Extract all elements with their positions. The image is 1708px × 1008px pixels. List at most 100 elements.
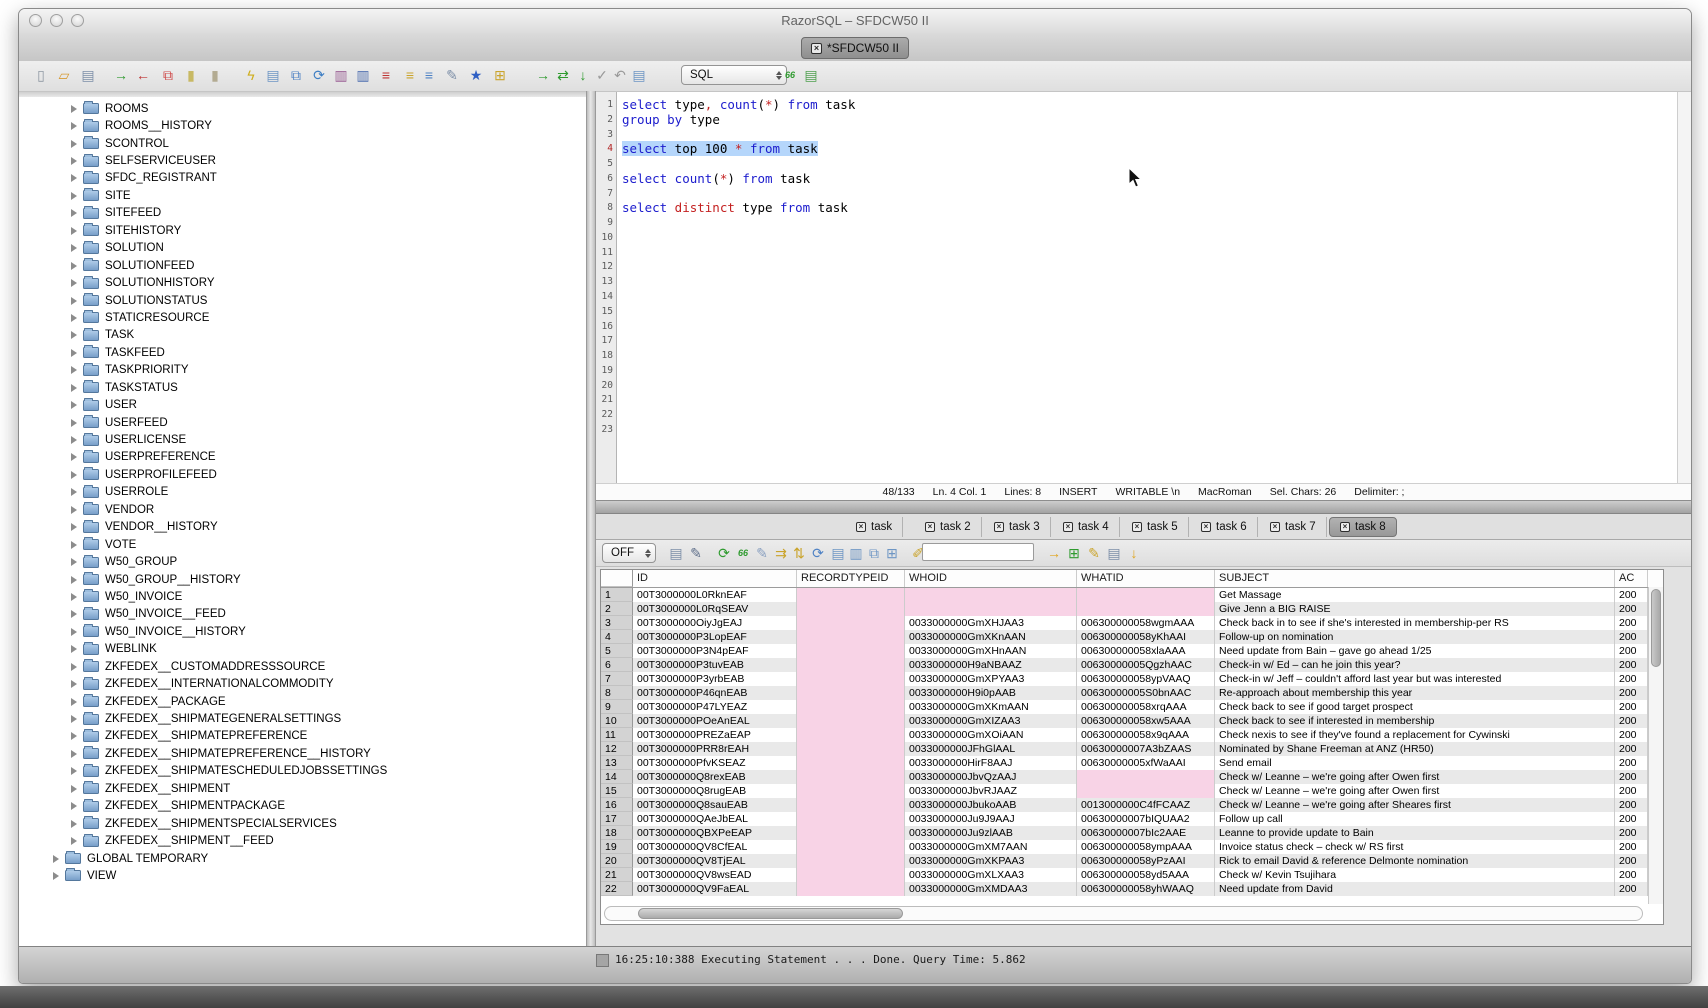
cell-recordtypeid[interactable]	[797, 602, 905, 616]
disclosure-triangle-icon[interactable]	[71, 401, 77, 409]
cell-subject[interactable]: Check nexis to see if they've found a re…	[1215, 728, 1615, 742]
cell-subject[interactable]: Check back to see if interested in membe…	[1215, 714, 1615, 728]
cell-id[interactable]: 00T3000000P47LYEAZ	[633, 700, 797, 714]
cell-recordtypeid[interactable]	[797, 868, 905, 882]
cell-activitydate[interactable]: 200	[1615, 672, 1648, 686]
disclosure-triangle-icon[interactable]	[71, 732, 77, 740]
row-number-cell[interactable]: 11	[601, 728, 633, 742]
cell-id[interactable]: 00T3000000POeAnEAL	[633, 714, 797, 728]
result-tab-task-2[interactable]: ×task 2	[915, 517, 982, 537]
cell-subject[interactable]: Check w/ Leanne – we're going after Owen…	[1215, 770, 1615, 784]
disclosure-triangle-icon[interactable]	[71, 140, 77, 148]
cell-recordtypeid[interactable]	[797, 630, 905, 644]
cell-id[interactable]: 00T3000000OiyJgEAJ	[633, 616, 797, 630]
tree-item-view[interactable]: VIEW	[19, 867, 586, 884]
disclosure-triangle-icon[interactable]	[71, 209, 77, 217]
row-number-cell[interactable]: 2	[601, 602, 633, 616]
cell-whoid[interactable]	[905, 602, 1077, 616]
disclosure-triangle-icon[interactable]	[71, 593, 77, 601]
cell-activitydate[interactable]: 200	[1615, 798, 1648, 812]
cell-subject[interactable]: Nominated by Shane Freeman at ANZ (HR50)	[1215, 742, 1615, 756]
view-text-icon[interactable]: 66	[733, 543, 753, 563]
disclosure-triangle-icon[interactable]	[71, 419, 77, 427]
cell-id[interactable]: 00T3000000L0RqSEAV	[633, 602, 797, 616]
tree-item-taskpriority[interactable]: TASKPRIORITY	[19, 362, 586, 379]
cell-id[interactable]: 00T3000000QV8TjEAL	[633, 854, 797, 868]
disclosure-triangle-icon[interactable]	[71, 471, 77, 479]
row-number-cell[interactable]: 7	[601, 672, 633, 686]
result-tab-task-5[interactable]: ×task 5	[1122, 517, 1189, 537]
tree-item-staticresource[interactable]: STATICRESOURCE	[19, 309, 586, 326]
refresh-results-icon[interactable]: ⟳	[714, 543, 734, 563]
cell-whoid[interactable]: 0033000000GmXHnAAN	[905, 644, 1077, 658]
disclosure-triangle-icon[interactable]	[71, 750, 77, 758]
disclosure-triangle-icon[interactable]	[71, 122, 77, 130]
cell-recordtypeid[interactable]	[797, 770, 905, 784]
cell-whoid[interactable]: 0033000000JbvQzAAJ	[905, 770, 1077, 784]
disclosure-triangle-icon[interactable]	[71, 192, 77, 200]
disclosure-triangle-icon[interactable]	[71, 436, 77, 444]
tree-item-taskstatus[interactable]: TASKSTATUS	[19, 379, 586, 396]
limit-select[interactable]: OFF	[602, 543, 656, 563]
cell-activitydate[interactable]: 200	[1615, 616, 1648, 630]
copy-rows-icon[interactable]: ⧉	[864, 543, 884, 563]
edit-sql-icon[interactable]: ✎	[442, 65, 462, 85]
sql-log-icon[interactable]: ▤	[629, 65, 649, 85]
tab-close-icon[interactable]: ×	[1340, 522, 1350, 532]
cell-whatid[interactable]: 006300000058ympAAA	[1077, 840, 1215, 854]
cell-id[interactable]: 00T3000000QV8wsEAD	[633, 868, 797, 882]
cell-recordtypeid[interactable]	[797, 742, 905, 756]
cell-id[interactable]: 00T3000000Q8sauEAB	[633, 798, 797, 812]
cell-whoid[interactable]: 0033000000GmXMDAA3	[905, 882, 1077, 896]
cell-recordtypeid[interactable]	[797, 756, 905, 770]
tree-item-solution[interactable]: SOLUTION	[19, 240, 586, 257]
edit-cell-icon[interactable]: ✎	[752, 543, 772, 563]
cell-subject[interactable]: Need update from Bain – gave go ahead 1/…	[1215, 644, 1615, 658]
row-number-cell[interactable]: 15	[601, 784, 633, 798]
compare-icon[interactable]: ⇅	[789, 543, 809, 563]
cell-whatid[interactable]: 006300000058yhWAAQ	[1077, 882, 1215, 896]
cell-activitydate[interactable]: 200	[1615, 868, 1648, 882]
tab-close-icon[interactable]: ×	[925, 522, 935, 532]
cell-whoid[interactable]: 0033000000JbvRJAAZ	[905, 784, 1077, 798]
tree-item-vendor[interactable]: VENDOR	[19, 501, 586, 518]
tab-close-icon[interactable]: ×	[1063, 522, 1073, 532]
cell-whoid[interactable]: 0033000000H9i0pAAB	[905, 686, 1077, 700]
grid-horizontal-scrollbar[interactable]	[604, 906, 1643, 921]
edit-generate-icon[interactable]: ✎	[686, 543, 706, 563]
cell-recordtypeid[interactable]	[797, 812, 905, 826]
new-db-icon[interactable]: ▮	[181, 65, 201, 85]
rollback-undo-icon[interactable]: ↶	[610, 65, 630, 85]
table-export-icon[interactable]: ⊞	[490, 65, 510, 85]
disclosure-triangle-icon[interactable]	[71, 384, 77, 392]
disclosure-triangle-icon[interactable]	[53, 872, 59, 880]
cell-subject[interactable]: Give Jenn a BIG RAISE	[1215, 602, 1615, 616]
cell-whoid[interactable]: 0033000000JbukoAAB	[905, 798, 1077, 812]
tree-item-rooms[interactable]: ROOMS	[19, 100, 586, 117]
disclosure-triangle-icon[interactable]	[71, 576, 77, 584]
result-tab-task-7[interactable]: ×task 7	[1260, 517, 1327, 537]
tree-item-zkfedex-shipmentpackage[interactable]: ZKFEDEX__SHIPMENTPACKAGE	[19, 798, 586, 815]
grid-header-ac[interactable]: AC	[1615, 570, 1648, 587]
sort-list-icon[interactable]: ≡	[419, 65, 439, 85]
connect-db-icon[interactable]: →	[111, 65, 131, 85]
cell-recordtypeid[interactable]	[797, 798, 905, 812]
disclosure-triangle-icon[interactable]	[71, 331, 77, 339]
cell-activitydate[interactable]: 200	[1615, 756, 1648, 770]
disclosure-triangle-icon[interactable]	[71, 297, 77, 305]
tree-item-solutionfeed[interactable]: SOLUTIONFEED	[19, 257, 586, 274]
cell-recordtypeid[interactable]	[797, 728, 905, 742]
cell-subject[interactable]: Leanne to provide update to Bain	[1215, 826, 1615, 840]
row-number-cell[interactable]: 3	[601, 616, 633, 630]
row-number-cell[interactable]: 19	[601, 840, 633, 854]
cell-activitydate[interactable]: 200	[1615, 840, 1648, 854]
copy-table-icon[interactable]: ⧉	[158, 65, 178, 85]
disclosure-triangle-icon[interactable]	[71, 105, 77, 113]
disclosure-triangle-icon[interactable]	[71, 767, 77, 775]
disclosure-triangle-icon[interactable]	[71, 698, 77, 706]
cell-activitydate[interactable]: 200	[1615, 658, 1648, 672]
document-tab[interactable]: × *SFDCW50 II	[801, 37, 909, 59]
tree-item-selfserviceuser[interactable]: SELFSERVICEUSER	[19, 152, 586, 169]
save-grid-icon[interactable]: ▤	[1104, 543, 1124, 563]
cell-recordtypeid[interactable]	[797, 686, 905, 700]
